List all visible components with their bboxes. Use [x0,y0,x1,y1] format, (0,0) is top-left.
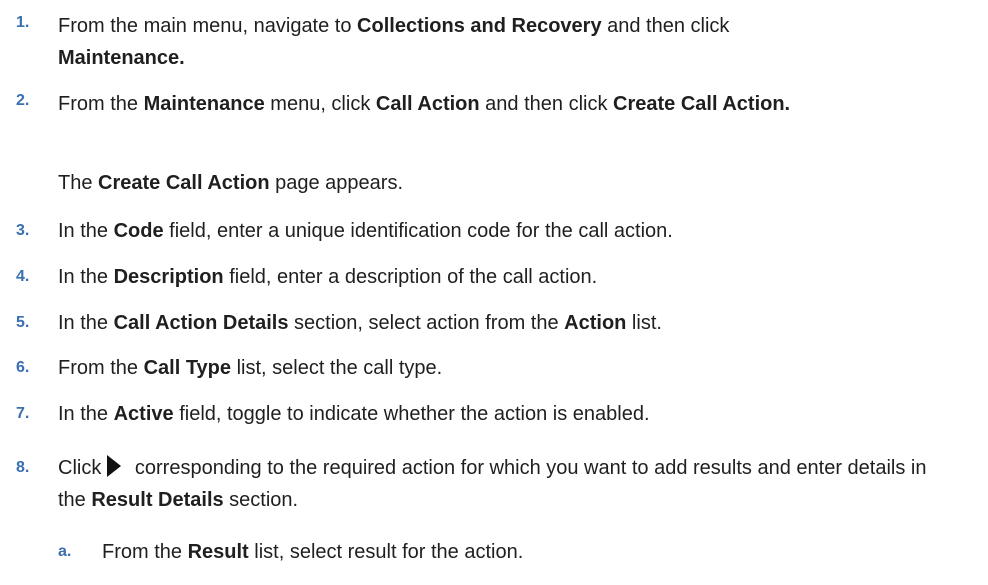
step-text: In the Active field, toggle to indicate … [58,403,650,425]
step-number: 6. [16,359,30,376]
step-number: 3. [16,222,30,239]
step-number: 4. [16,268,30,285]
step-number: 8. [16,459,30,476]
step-text: From the main menu, navigate to Collecti… [58,15,730,69]
note-text: The Create Call Action page appears. [58,172,403,194]
step-text: In the Code field, enter a unique identi… [58,220,673,242]
substep-letter: a. [58,543,72,560]
step-text: From the Call Type list, select the call… [58,357,443,379]
step-text: In the Call Action Details section, sele… [58,312,662,334]
step-number: 5. [16,314,30,331]
step-number: 1. [16,14,30,31]
step-text: Click corresponding to the required acti… [58,455,927,511]
step-text: In the Description field, enter a descri… [58,266,598,288]
step-number: 7. [16,405,30,422]
substep-text: From the Result list, select result for … [102,541,524,563]
expand-arrow-icon [107,455,122,477]
step-text: From the Maintenance menu, click Call Ac… [58,93,791,115]
step-number: 2. [16,92,30,109]
